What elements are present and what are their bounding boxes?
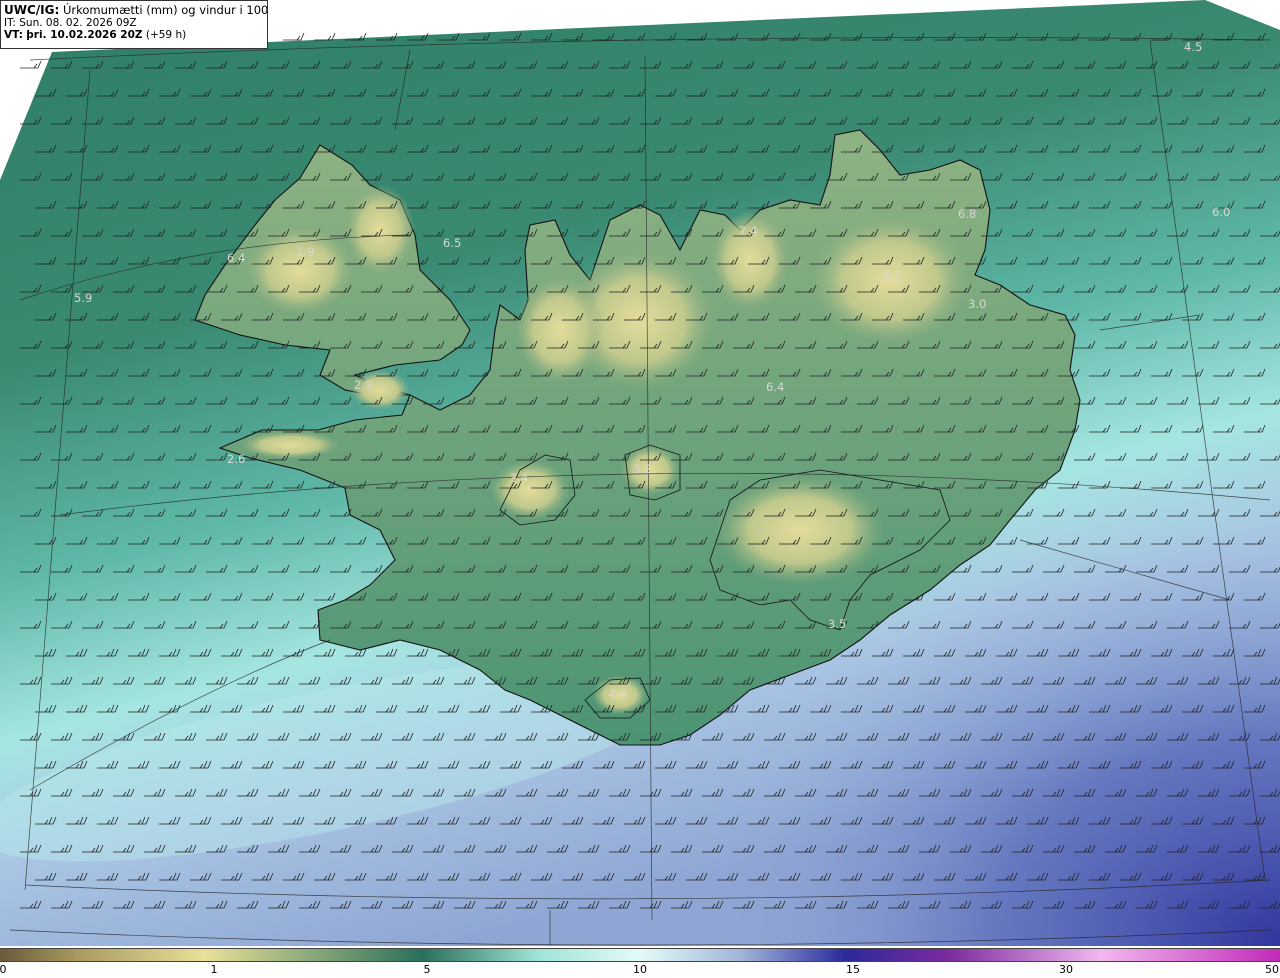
map-value-label: 4.5 — [1184, 40, 1202, 54]
map-value-label: 6.0 — [1212, 205, 1230, 219]
map-value-label: 3.0 — [968, 297, 986, 311]
map-header: UWC/IG: Úrkomumætti (mm) og vindur i 100… — [0, 0, 268, 49]
colorbar-tick-label: 0 — [0, 963, 7, 976]
valid-label: VT: — [4, 29, 23, 41]
init-time: Sun. 08. 02. 2026 09Z — [19, 16, 137, 29]
colorbar-tick-label: 50 — [1265, 963, 1279, 976]
map-value-label: 6.4 — [766, 380, 784, 394]
map-value-label: 4.4 — [608, 687, 626, 701]
map-value-label: 3.4 — [510, 471, 528, 485]
init-label: IT: — [4, 16, 16, 29]
map-value-label: 6.5 — [443, 236, 461, 250]
lead-time: (+59 h) — [145, 29, 187, 41]
colorbar — [0, 948, 1280, 962]
colorbar-tick-label: 1 — [210, 963, 218, 976]
header-title-line: UWC/IG: Úrkomumætti (mm) og vindur i 100… — [4, 4, 267, 17]
map-value-label: 3.5 — [828, 617, 846, 631]
header-valid-line: VT: þri. 10.02.2026 20Z (+59 h) — [4, 29, 267, 42]
map-value-label: 3.1 — [883, 268, 901, 282]
forecast-map: 4.5 6.8 6.0 7.4 6.5 2.9 6.4 5.9 3.1 3.0 … — [0, 0, 1280, 946]
colorbar-tick-label: 15 — [846, 963, 860, 976]
header-init-line: IT: Sun. 08. 02. 2026 09Z — [4, 17, 267, 30]
colorbar-tick-label: 10 — [633, 963, 647, 976]
valid-time: þri. 10.02.2026 20Z — [26, 29, 143, 41]
map-value-label: 2.9 — [296, 245, 314, 259]
map-value-label: 3.2 — [633, 462, 651, 476]
map-value-label: 7.4 — [739, 224, 757, 238]
map-value-label: 6.8 — [958, 207, 976, 221]
colorbar-tick-label: 5 — [423, 963, 431, 976]
colorbar-tick-label: 30 — [1059, 963, 1073, 976]
model-label: UWC/IG: — [4, 3, 60, 17]
map-value-label: 6.4 — [227, 251, 245, 265]
map-title: Úrkomumætti (mm) og vindur i 100m hæð — [62, 3, 268, 17]
map-value-label: 2.6 — [227, 452, 245, 466]
map-value-label: 5.9 — [74, 291, 92, 305]
map-value-label: 2.9 — [354, 378, 372, 392]
map-canvas: 4.5 6.8 6.0 7.4 6.5 2.9 6.4 5.9 3.1 3.0 … — [0, 0, 1280, 946]
